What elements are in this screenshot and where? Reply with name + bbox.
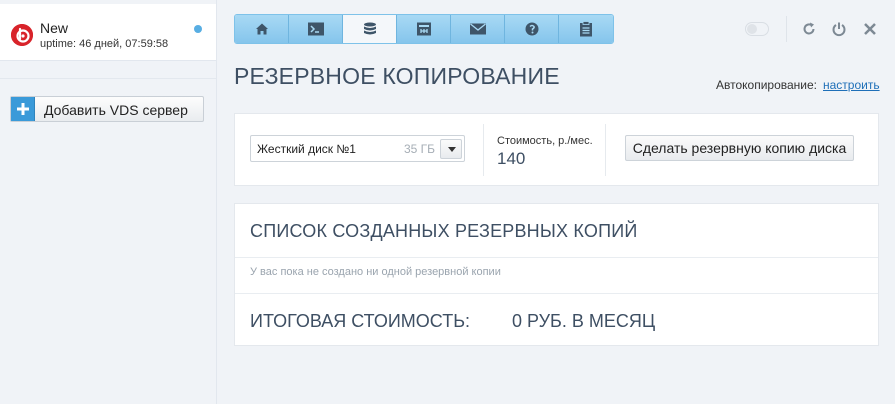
sidebar: New uptime: 46 дней, 07:59:58 Добавить V… — [0, 0, 217, 404]
tab-console[interactable] — [289, 15, 343, 43]
power-icon[interactable] — [831, 21, 847, 37]
add-vds-server-label: Добавить VDS сервер — [44, 102, 188, 118]
sidebar-divider — [0, 78, 216, 79]
backup-list-panel: СПИСОК СОЗДАННЫХ РЕЗЕРВНЫХ КОПИЙ У вас п… — [234, 203, 879, 346]
disk-select-arrow[interactable] — [440, 139, 462, 159]
database-icon — [363, 22, 376, 35]
main-tabs — [234, 14, 614, 44]
total-cost-label: ИТОГОВАЯ СТОИМОСТЬ: — [250, 311, 471, 331]
disk-select[interactable]: Жесткий диск №1 35 ГБ — [250, 135, 465, 162]
toggle-icon[interactable] — [745, 22, 769, 36]
plus-icon — [11, 97, 35, 121]
autocopy-settings-link[interactable]: настроить — [823, 78, 880, 92]
tab-backup[interactable] — [343, 15, 397, 43]
autocopy-label: Автокопирование: — [716, 78, 818, 92]
tab-documents[interactable] — [559, 15, 613, 43]
chevron-down-icon — [448, 147, 456, 152]
clipboard-icon — [580, 21, 592, 37]
home-icon — [255, 23, 268, 35]
server-card[interactable]: New uptime: 46 дней, 07:59:58 — [0, 4, 216, 61]
tab-mail[interactable] — [451, 15, 505, 43]
page-title: РЕЗЕРВНОЕ КОПИРОВАНИЕ — [234, 63, 560, 89]
divider — [235, 257, 878, 258]
server-uptime: uptime: 46 дней, 07:59:58 — [40, 38, 169, 50]
disk-select-size: 35 ГБ — [404, 142, 436, 156]
terminal-icon — [307, 22, 324, 36]
close-icon[interactable] — [862, 21, 878, 37]
mail-icon — [469, 23, 486, 35]
backup-list-empty: У вас пока не создано ни одной резервной… — [250, 266, 501, 278]
form-divider — [605, 124, 606, 176]
toolbar-divider — [786, 16, 787, 42]
tab-support[interactable] — [505, 15, 559, 43]
cost-value: 140 — [497, 149, 526, 168]
divider — [235, 293, 878, 294]
tab-home[interactable] — [235, 15, 289, 43]
backup-form-panel: Жесткий диск №1 35 ГБ Стоимость, р./мес.… — [234, 113, 879, 186]
server-status-dot — [194, 25, 202, 33]
form-divider — [483, 124, 484, 176]
tab-network[interactable] — [397, 15, 451, 43]
support-icon — [525, 22, 538, 36]
yandex-cloud-logo-icon — [11, 24, 33, 46]
backup-list-title: СПИСОК СОЗДАННЫХ РЕЗЕРВНЫХ КОПИЙ — [250, 221, 638, 241]
refresh-icon[interactable] — [801, 21, 817, 37]
network-icon — [416, 22, 431, 36]
make-backup-button[interactable]: Сделать резервную копию диска — [625, 135, 854, 161]
disk-select-value: Жесткий диск №1 — [257, 142, 356, 156]
total-cost-value: 0 РУБ. В МЕСЯЦ — [512, 311, 656, 331]
add-vds-server-button[interactable]: Добавить VDS сервер — [10, 96, 204, 122]
server-name[interactable]: New — [40, 20, 68, 36]
cost-label: Стоимость, р./мес. — [497, 135, 593, 147]
